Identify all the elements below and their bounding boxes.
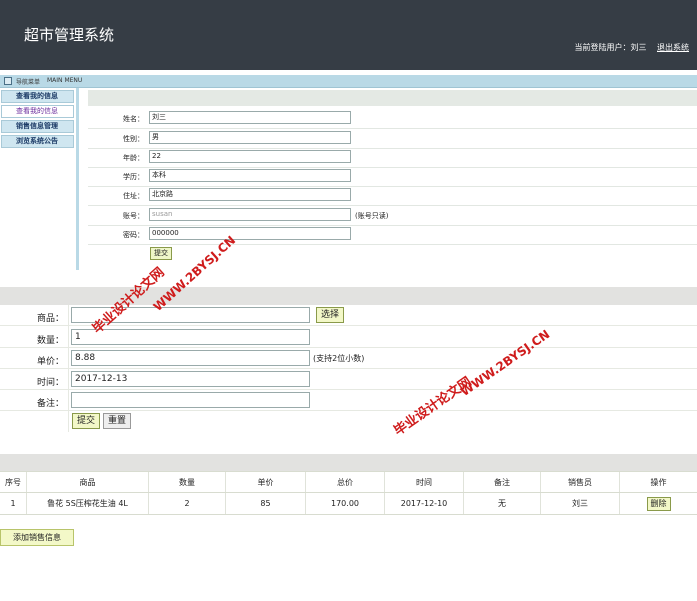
login-user: 刘三: [630, 43, 647, 52]
col-action: 操作: [650, 478, 667, 487]
time-input[interactable]: 2017-12-13: [71, 371, 310, 387]
cell-seller: 刘三: [541, 493, 620, 514]
sidebar-divider: [76, 88, 79, 270]
section-divider: [0, 287, 697, 305]
name-label: 姓名：: [123, 115, 144, 123]
cell-action: 删除: [620, 493, 697, 514]
cell-remark: 无: [464, 493, 541, 514]
table-divider: [0, 454, 697, 471]
education-field[interactable]: 本科: [149, 169, 351, 182]
menu-bar: 导航菜单 MAIN MENU: [0, 75, 697, 88]
profile-row-gender: 性别： 男: [88, 129, 697, 149]
price-input[interactable]: 8.88: [71, 350, 310, 366]
app-title: 超市管理系统: [24, 26, 115, 44]
account-field: susan: [149, 208, 351, 221]
time-label: 时间：: [36, 378, 64, 388]
product-label: 商品：: [36, 314, 64, 324]
table-row: 1 鲁花 5S压榨花生油 4L 2 85 170.00 2017-12-10 无…: [0, 493, 697, 515]
address-field[interactable]: 北京路: [149, 188, 351, 201]
cell-price: 85: [226, 493, 306, 514]
gender-field[interactable]: 男: [149, 131, 351, 144]
sidebar: 查看我的信息 查看我的信息 销售信息管理 浏览系统公告: [0, 88, 76, 266]
login-info: 当前登陆用户：刘三 退出系统: [574, 42, 689, 53]
sale-reset-button[interactable]: 重置: [103, 413, 132, 429]
profile-row-password: 密码： 000000: [88, 225, 697, 245]
remark-input[interactable]: [71, 392, 310, 408]
qty-input[interactable]: 1: [71, 329, 310, 345]
col-time: 时间: [385, 472, 464, 492]
col-price: 单价: [226, 472, 306, 492]
sidebar-item-view-info-active[interactable]: 查看我的信息: [1, 105, 74, 118]
col-seller: 销售员: [541, 472, 620, 492]
login-prefix: 当前登陆用户：: [574, 43, 631, 52]
cell-time: 2017-12-10: [385, 493, 464, 514]
app-header: 超市管理系统 当前登陆用户：刘三 退出系统: [0, 0, 697, 70]
education-label: 学历：: [123, 173, 144, 181]
profile-row-name: 姓名： 刘三: [88, 109, 697, 129]
price-note: (支持2位小数): [313, 354, 365, 363]
sale-submit-button[interactable]: 提交: [72, 413, 101, 429]
add-sale-button[interactable]: 添加销售信息: [0, 529, 74, 546]
gender-label: 性别：: [123, 135, 144, 143]
sale-row-time: 时间： 2017-12-13: [0, 369, 697, 390]
password-label: 密码：: [123, 231, 144, 239]
profile-row-education: 学历： 本科: [88, 167, 697, 187]
cell-no: 1: [0, 493, 27, 514]
table-header: 序号 商品 数量 单价 总价 时间 备注 销售员 操作: [0, 471, 697, 493]
cell-qty: 2: [149, 493, 226, 514]
password-field[interactable]: 000000: [149, 227, 351, 240]
cell-product: 鲁花 5S压榨花生油 4L: [27, 493, 149, 514]
col-total: 总价: [306, 472, 385, 492]
cell-total: 170.00: [306, 493, 385, 514]
age-field[interactable]: 22: [149, 150, 351, 163]
col-product: 商品: [27, 472, 149, 492]
address-label: 住址：: [123, 192, 144, 200]
sale-row-remark: 备注：: [0, 390, 697, 411]
profile-row-account: 账号： susan (账号只读): [88, 206, 697, 226]
logout-link[interactable]: 退出系统: [657, 43, 689, 52]
delete-button[interactable]: 删除: [646, 496, 671, 511]
col-qty: 数量: [149, 472, 226, 492]
profile-row-address: 住址： 北京路: [88, 186, 697, 206]
account-note: (账号只读): [355, 212, 389, 220]
sidebar-item-view-info[interactable]: 查看我的信息: [1, 90, 74, 103]
sidebar-item-notices[interactable]: 浏览系统公告: [1, 135, 74, 148]
menu-title-en: MAIN MENU: [47, 77, 83, 84]
name-field[interactable]: 刘三: [149, 111, 351, 124]
profile-header: [88, 90, 697, 106]
qty-label: 数量：: [36, 336, 64, 346]
menu-icon: [4, 77, 12, 85]
profile-row-age: 年龄： 22: [88, 148, 697, 168]
sidebar-item-sales[interactable]: 销售信息管理: [1, 120, 74, 133]
account-label: 账号：: [123, 212, 144, 220]
select-product-button[interactable]: 选择: [316, 307, 345, 323]
col-no: 序号: [0, 472, 27, 492]
col-remark: 备注: [464, 472, 541, 492]
profile-submit-button[interactable]: 提交: [150, 247, 172, 260]
remark-label: 备注：: [36, 399, 64, 409]
price-label: 单价：: [36, 357, 64, 367]
age-label: 年龄：: [123, 154, 144, 162]
menu-title: 导航菜单: [16, 79, 41, 86]
